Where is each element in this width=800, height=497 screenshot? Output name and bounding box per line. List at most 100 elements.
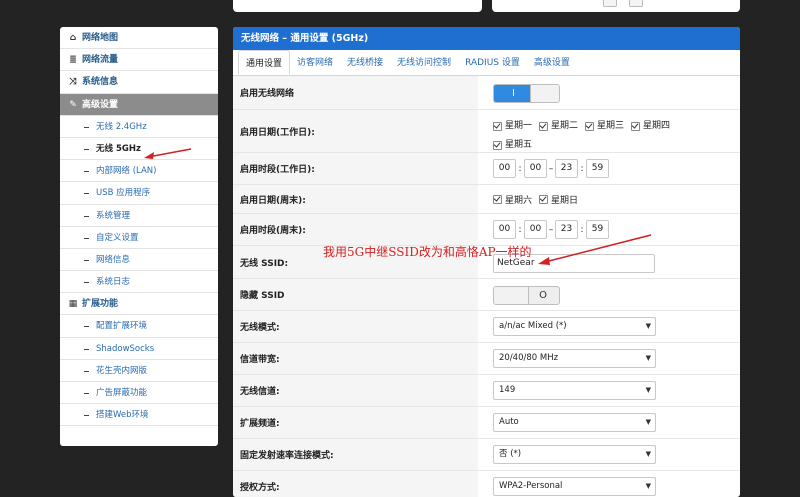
auth-select-value: WPA2-Personal bbox=[499, 481, 563, 491]
enable-wifi-toggle[interactable]: I bbox=[493, 84, 560, 103]
row-auth: 授权方式: WPA2-Personal ▼ bbox=[233, 471, 740, 497]
sidebar-item-label: 系统管理 bbox=[96, 210, 131, 221]
sidebar-item[interactable]: 花生壳内网版 bbox=[60, 360, 218, 382]
sidebar-item[interactable]: USB 应用程序 bbox=[60, 182, 218, 205]
tab[interactable]: 无线访问控制 bbox=[390, 50, 458, 75]
day-label: 星期日 bbox=[551, 196, 579, 206]
sidebar-group[interactable]: ▦ 扩展功能 bbox=[60, 293, 218, 316]
time-dash: – bbox=[548, 163, 554, 174]
time-dash: – bbox=[548, 224, 554, 235]
tab[interactable]: 访客网络 bbox=[290, 50, 340, 75]
sidebar-item[interactable]: 无线 5GHz bbox=[60, 138, 218, 161]
dash-icon bbox=[84, 415, 89, 417]
shuffle-icon: ⤨ bbox=[69, 77, 77, 88]
channel-select[interactable]: 149 ▼ bbox=[493, 381, 656, 400]
sidebar-item[interactable]: 自定义设置 bbox=[60, 227, 218, 249]
day-label: 星期六 bbox=[505, 196, 533, 206]
day-checkbox[interactable]: 星期四 bbox=[631, 118, 670, 135]
mini-button-right[interactable] bbox=[629, 0, 643, 7]
top-panel-left bbox=[233, 0, 482, 12]
tab[interactable]: 高级设置 bbox=[527, 50, 577, 75]
sidebar-item-label: 无线 2.4GHz bbox=[96, 121, 147, 132]
channel-label: 无线信道: bbox=[233, 375, 478, 406]
mode-select-value: a/n/ac Mixed (*) bbox=[499, 321, 567, 331]
row-weekend: 启用日期(周末): 星期六 星期日 bbox=[233, 185, 740, 214]
weekday-start-minute-input[interactable]: 00 bbox=[524, 159, 547, 178]
ext-channel-label: 扩展频道: bbox=[233, 407, 478, 438]
row-enable-wifi: 启用无线网络 I bbox=[233, 76, 740, 110]
sidebar-item-label: 搭建Web环境 bbox=[96, 410, 149, 421]
sidebar-item[interactable]: 网络信息 bbox=[60, 249, 218, 272]
sidebar-group[interactable]: ✎ 高级设置 bbox=[60, 93, 218, 116]
sidebar-item-label: 网络信息 bbox=[96, 254, 131, 265]
dash-icon bbox=[84, 171, 89, 173]
sidebar-group[interactable]: ⌂ 网络地图 bbox=[60, 27, 218, 50]
sidebar-item[interactable]: 内部网络 (LAN) bbox=[60, 160, 218, 183]
day-checkbox[interactable]: 星期五 bbox=[493, 137, 532, 154]
time-colon: : bbox=[518, 163, 522, 174]
sidebar-item[interactable]: ShadowSocks bbox=[60, 338, 218, 360]
dash-icon bbox=[84, 282, 89, 284]
toggle-knob bbox=[494, 287, 529, 304]
mode-select[interactable]: a/n/ac Mixed (*) ▼ bbox=[493, 317, 656, 336]
checkbox-checked-icon bbox=[539, 122, 549, 131]
auth-select[interactable]: WPA2-Personal ▼ bbox=[493, 477, 656, 496]
annotation-text: 我用5G中继SSID改为和高恪AP一样的 bbox=[323, 245, 532, 259]
home-icon: ⌂ bbox=[69, 33, 77, 43]
row-weekday-time: 启用时段(工作日): 00:00–23:59 bbox=[233, 153, 740, 185]
weekday-end-hour-input[interactable]: 23 bbox=[555, 159, 578, 178]
weekday-start-hour-input[interactable]: 00 bbox=[493, 159, 516, 178]
weekend-end-minute-input[interactable]: 59 bbox=[586, 220, 609, 239]
tab-bar: 通用设置 访客网络 无线桥接 无线访问控制 RADIUS 设置 高级设置 bbox=[233, 50, 740, 76]
day-checkbox[interactable]: 星期二 bbox=[539, 118, 578, 135]
bandwidth-select[interactable]: 20/40/80 MHz ▼ bbox=[493, 349, 656, 368]
chevron-down-icon: ▼ bbox=[645, 450, 651, 458]
row-channel: 无线信道: 149 ▼ bbox=[233, 375, 740, 407]
dash-icon bbox=[84, 193, 89, 195]
sidebar-group[interactable]: ≣ 网络流量 bbox=[60, 49, 218, 72]
fixed-rate-label: 固定发射速率连接模式: bbox=[233, 439, 478, 470]
fixed-rate-select-value: 否 (*) bbox=[499, 449, 522, 459]
sidebar-item[interactable]: 配置扩展环境 bbox=[60, 315, 218, 338]
settings-panel: 无线网络 – 通用设置 (5GHz) 通用设置 访客网络 无线桥接 无线访问控制 RAD… bbox=[233, 27, 740, 497]
checkbox-checked-icon bbox=[493, 122, 502, 131]
tab[interactable]: 无线桥接 bbox=[340, 50, 390, 75]
mini-button-left[interactable] bbox=[603, 0, 617, 7]
sidebar-item[interactable]: 系统管理 bbox=[60, 205, 218, 227]
sidebar-item-label: 广告屏蔽功能 bbox=[96, 388, 148, 398]
day-checkbox[interactable]: 星期六 bbox=[493, 193, 532, 206]
row-hide-ssid: 隐藏 SSID O bbox=[233, 279, 740, 311]
hide-ssid-label: 隐藏 SSID bbox=[233, 279, 478, 310]
sidebar-item[interactable]: 广告屏蔽功能 bbox=[60, 382, 218, 405]
day-checkbox[interactable]: 星期一 bbox=[493, 118, 532, 135]
sidebar-item-label: 系统日志 bbox=[96, 277, 131, 288]
chevron-down-icon: ▼ bbox=[645, 354, 651, 362]
time-colon: : bbox=[580, 224, 584, 235]
chevron-down-icon: ▼ bbox=[645, 418, 651, 426]
row-weekend-time: 启用时段(周末): 00:00–23:59 bbox=[233, 214, 740, 246]
toggle-off-segment: O bbox=[539, 290, 547, 301]
fixed-rate-select[interactable]: 否 (*) ▼ bbox=[493, 445, 656, 464]
day-checkbox[interactable]: 星期日 bbox=[539, 193, 578, 206]
tab[interactable]: RADIUS 设置 bbox=[458, 50, 527, 75]
chevron-down-icon: ▼ bbox=[645, 386, 651, 394]
day-label: 星期五 bbox=[505, 140, 533, 150]
sidebar-item[interactable]: 搭建Web环境 bbox=[60, 404, 218, 427]
traffic-icon: ≣ bbox=[69, 55, 77, 66]
weekend-time-label: 启用时段(周末): bbox=[233, 214, 478, 245]
weekend-start-hour-input[interactable]: 00 bbox=[493, 220, 516, 239]
weekday-end-minute-input[interactable]: 59 bbox=[586, 159, 609, 178]
tab[interactable]: 通用设置 bbox=[238, 50, 291, 75]
sidebar-item[interactable]: 系统日志 bbox=[60, 271, 218, 294]
weekend-start-minute-input[interactable]: 00 bbox=[524, 220, 547, 239]
sidebar-item[interactable]: 无线 2.4GHz bbox=[60, 116, 218, 138]
weekend-end-hour-input[interactable]: 23 bbox=[555, 220, 578, 239]
dash-icon bbox=[84, 370, 89, 372]
hide-ssid-toggle[interactable]: O bbox=[493, 286, 560, 305]
ext-channel-select[interactable]: Auto ▼ bbox=[493, 413, 656, 432]
mode-label: 无线模式: bbox=[233, 311, 478, 342]
sidebar-item-label: 配置扩展环境 bbox=[96, 321, 148, 332]
sidebar-group[interactable]: ⤨ 系统信息 bbox=[60, 71, 218, 94]
weekday-time-label: 启用时段(工作日): bbox=[233, 153, 478, 184]
day-checkbox[interactable]: 星期三 bbox=[585, 118, 624, 135]
